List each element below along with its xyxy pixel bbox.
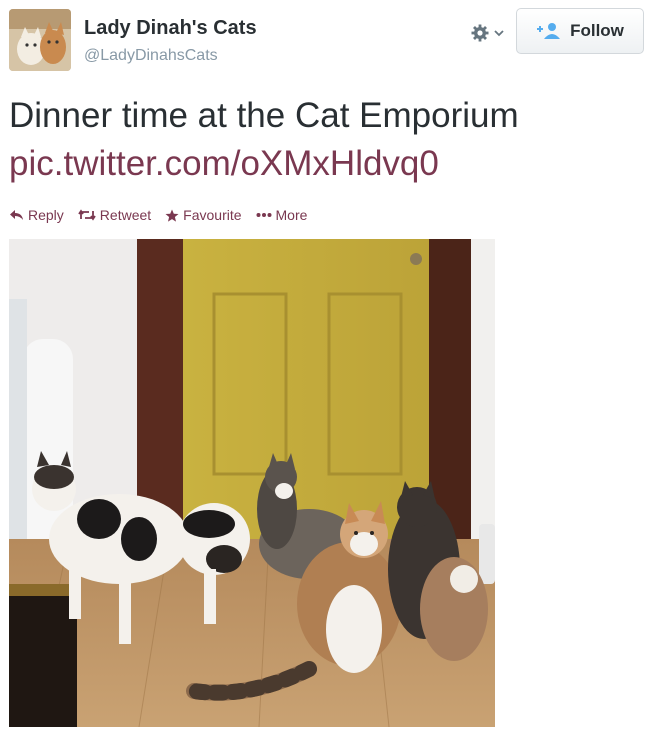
retweet-icon	[78, 209, 96, 221]
retweet-label: Retweet	[99, 207, 152, 223]
follow-button[interactable]: Follow	[516, 8, 644, 54]
reply-label: Reply	[28, 207, 64, 223]
favourite-action[interactable]: Favourite	[165, 207, 242, 223]
retweet-action[interactable]: Retweet	[78, 207, 151, 223]
follow-label: Follow	[570, 21, 624, 40]
tweet-header: Lady Dinah's Cats @LadyDinahsCats Follow	[0, 0, 650, 80]
tweet-media-link[interactable]: pic.twitter.com/oXMxHldvq0	[9, 140, 639, 188]
reply-action[interactable]: Reply	[9, 207, 64, 223]
cat-avatar-icon	[9, 9, 71, 71]
gear-icon	[471, 24, 489, 42]
chevron-down-icon	[494, 30, 504, 37]
tweet-actions: Reply Retweet Favourite More	[9, 205, 307, 225]
add-person-icon	[537, 23, 561, 39]
more-label: More	[275, 207, 308, 223]
cats-photo-image	[9, 239, 495, 727]
more-dots-icon	[256, 213, 272, 217]
favourite-label: Favourite	[183, 207, 242, 223]
tweet-text: Dinner time at the Cat Emporium pic.twit…	[9, 92, 639, 188]
reply-icon	[10, 210, 23, 220]
more-action[interactable]: More	[256, 207, 308, 223]
user-handle[interactable]: @LadyDinahsCats	[84, 47, 218, 65]
user-actions-menu[interactable]	[470, 22, 510, 44]
display-name[interactable]: Lady Dinah's Cats	[84, 17, 257, 40]
star-icon	[165, 209, 179, 222]
tweet-photo[interactable]	[9, 239, 495, 727]
tweet-body: Dinner time at the Cat Emporium	[9, 96, 519, 135]
avatar[interactable]	[9, 9, 71, 71]
